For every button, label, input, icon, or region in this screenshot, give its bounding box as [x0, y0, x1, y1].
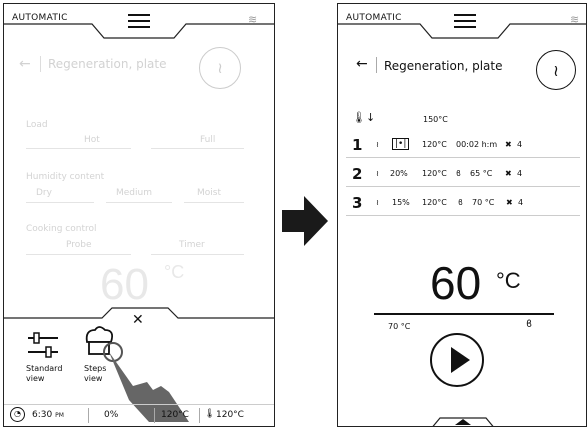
wifi-icon: ≋: [570, 13, 580, 26]
divider: [26, 148, 131, 149]
status-cavity-temp: 120°C: [161, 410, 189, 420]
temperature-value: 60: [430, 257, 482, 309]
control-option-probe[interactable]: Probe: [66, 240, 92, 250]
wifi-icon: ≋: [248, 13, 258, 26]
step-temp: 120°C: [422, 198, 447, 207]
step-number: 1: [352, 136, 363, 154]
title-separator: [376, 57, 377, 73]
top-bar: AUTOMATIC ≋: [4, 4, 274, 44]
divider: [26, 254, 131, 255]
fan-icon: ✖: [506, 198, 513, 207]
fan-speed: 4: [517, 140, 523, 149]
timer-icon: |•|: [392, 138, 410, 150]
status-separator: [199, 408, 200, 423]
humidity-label: Humidity content: [26, 172, 105, 182]
start-button[interactable]: [430, 333, 484, 387]
time-ampm: PM: [55, 412, 64, 419]
status-humidity: 0%: [104, 410, 119, 420]
standard-view-label: Standard view: [26, 364, 63, 383]
step-temp: 120°C: [422, 140, 447, 149]
progress-line: [374, 313, 554, 315]
regeneration-icon[interactable]: ≀: [199, 47, 241, 89]
fan-speed: 4: [518, 198, 524, 207]
close-icon[interactable]: ✕: [132, 312, 144, 328]
load-option-hot[interactable]: Hot: [84, 135, 100, 145]
menu-icon[interactable]: [454, 14, 476, 28]
fan-speed: 4: [517, 169, 523, 178]
step-humidity: 20%: [390, 169, 408, 178]
status-time: 6:30 PM: [32, 410, 64, 420]
view-select-panel: ✕ Standard view Steps view ◔ 6:30 PM 0% …: [4, 307, 274, 426]
time-value: 6:30: [32, 410, 53, 420]
probe-icon: ϐ: [526, 319, 533, 330]
probe-icon: ϐ: [456, 169, 461, 178]
step-number: 2: [352, 165, 363, 183]
right-arrow-icon: [282, 196, 328, 246]
preheat-icon: 🌡↓: [352, 111, 376, 124]
title-separator: [40, 56, 41, 72]
preheat-temp: 150°C: [423, 115, 448, 124]
status-separator: [88, 408, 89, 423]
standard-view-icon[interactable]: [26, 330, 60, 364]
divider: [151, 148, 244, 149]
step-detail: 65 °C: [470, 169, 493, 178]
steam-icon: ≀: [376, 140, 379, 149]
humidity-option-medium[interactable]: Medium: [116, 188, 152, 198]
step-detail: 70 °C: [472, 198, 495, 207]
divider: [184, 202, 244, 203]
cooking-control-label: Cooking control: [26, 224, 97, 234]
back-arrow-icon[interactable]: ←: [19, 56, 31, 72]
control-option-timer[interactable]: Timer: [179, 240, 205, 250]
step-detail: 00:02 h:m: [456, 140, 498, 149]
step-temp: 120°C: [422, 169, 447, 178]
divider: [106, 202, 172, 203]
page-title: Regeneration, plate: [384, 59, 503, 73]
left-oven-screen: AUTOMATIC ≋ ← Regeneration, plate ≀ Load…: [3, 3, 275, 427]
regeneration-icon[interactable]: ≀: [536, 50, 576, 90]
mode-label: AUTOMATIC: [12, 13, 68, 23]
step-row[interactable]: 1 ≀ |•| 120°C 00:02 h:m ✖ 4: [346, 136, 580, 158]
status-separator: [154, 408, 155, 423]
back-arrow-icon[interactable]: ←: [356, 56, 368, 72]
steam-icon: ≀: [376, 169, 379, 178]
step-number: 3: [352, 194, 363, 212]
mode-label: AUTOMATIC: [346, 13, 402, 23]
load-label: Load: [26, 120, 48, 130]
humidity-option-dry[interactable]: Dry: [36, 188, 52, 198]
right-oven-screen: AUTOMATIC ≋ ← Regeneration, plate ≀ 🌡↓ 1…: [337, 3, 587, 427]
divider: [151, 254, 244, 255]
fan-icon: ✖: [505, 169, 512, 178]
menu-icon[interactable]: [128, 14, 150, 28]
step-humidity: 15%: [392, 198, 410, 207]
probe-temp: 70 °C: [388, 322, 411, 331]
steam-icon: ≀: [376, 198, 379, 207]
divider: [26, 202, 94, 203]
load-option-full[interactable]: Full: [200, 135, 215, 145]
step-row[interactable]: 3 ≀ 15% 120°C ϐ 70 °C ✖ 4: [346, 194, 580, 216]
top-bar: AUTOMATIC ≋: [338, 4, 586, 44]
temperature-unit: °C: [164, 262, 185, 282]
step-row[interactable]: 2 ≀ 20% 120°C ϐ 65 °C ✖ 4: [346, 165, 580, 187]
bottom-tab[interactable]: [338, 412, 587, 427]
play-icon: [451, 347, 470, 373]
humidity-option-moist[interactable]: Moist: [197, 188, 221, 198]
status-probe-temp: 120°C: [216, 410, 244, 420]
probe-icon: ϐ: [458, 198, 463, 207]
status-bar: ◔ 6:30 PM 0% 120°C 🌡 120°C: [4, 404, 274, 426]
fan-icon: ✖: [505, 140, 512, 149]
temperature-unit: °C: [496, 268, 521, 293]
probe-icon: 🌡: [204, 409, 216, 419]
page-title: Regeneration, plate: [48, 57, 167, 71]
clock-icon: ◔: [10, 407, 25, 422]
